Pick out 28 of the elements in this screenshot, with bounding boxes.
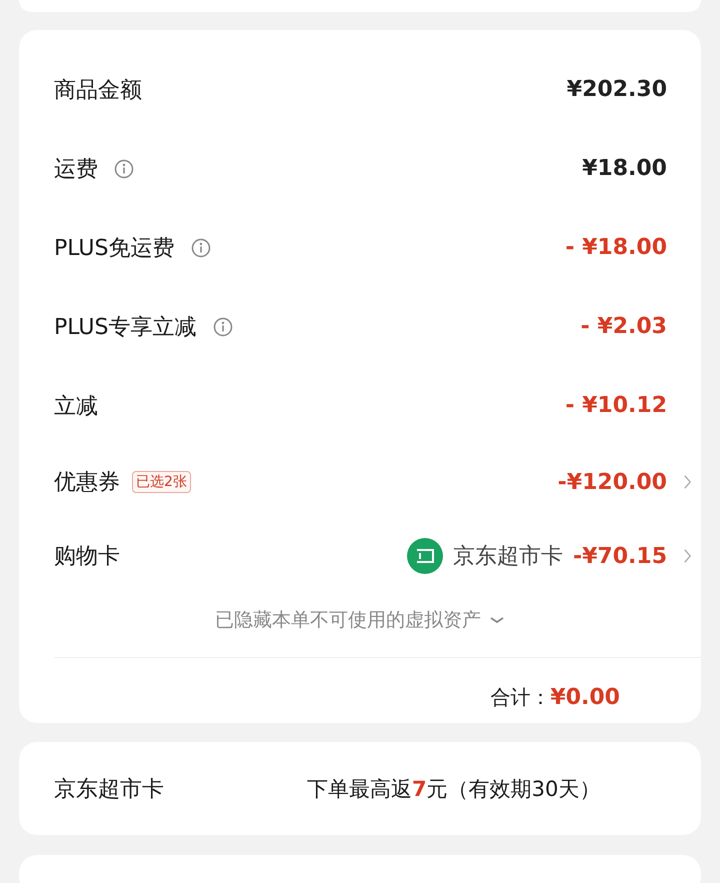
chevron-icon[interactable] — [683, 548, 692, 564]
info-icon[interactable] — [190, 238, 210, 258]
chevron-down-icon — [489, 615, 505, 625]
row-label: 购物卡 — [54, 543, 120, 571]
amount-value: - ¥2.03 — [580, 314, 667, 339]
rebate-label: 京东超市卡 — [54, 776, 165, 804]
row-label: PLUS免运费 — [54, 234, 174, 262]
row-label: PLUS专享立减 — [54, 314, 196, 342]
total-label: 合计： — [490, 684, 550, 710]
row-label: 运费 — [54, 156, 98, 184]
info-icon[interactable] — [114, 158, 134, 178]
rebate-text: 下单最高返7元（有效期30天） — [307, 776, 600, 802]
amount-value: -¥120.00 — [558, 470, 667, 494]
row-label: 立减 — [54, 392, 98, 420]
chevron-icon[interactable] — [683, 474, 692, 490]
row-label: 优惠券 — [54, 469, 120, 497]
card-icon — [406, 538, 443, 574]
coupon-badge: 已选2张 — [132, 471, 191, 493]
total-value: ¥0.00 — [550, 684, 620, 710]
amount-value: ¥18.00 — [582, 156, 667, 181]
card-name: 京东超市卡 — [452, 543, 563, 571]
amount-value: - ¥10.12 — [565, 393, 667, 418]
amount-value: ¥202.30 — [566, 77, 667, 102]
amount-value: - ¥18.00 — [565, 235, 667, 260]
row-label: 商品金额 — [54, 76, 142, 104]
hidden-assets-toggle[interactable]: 已隐藏本单不可使用的虚拟资产 — [215, 607, 481, 633]
amount-value: -¥70.15 — [572, 544, 667, 568]
info-icon[interactable] — [212, 316, 232, 336]
